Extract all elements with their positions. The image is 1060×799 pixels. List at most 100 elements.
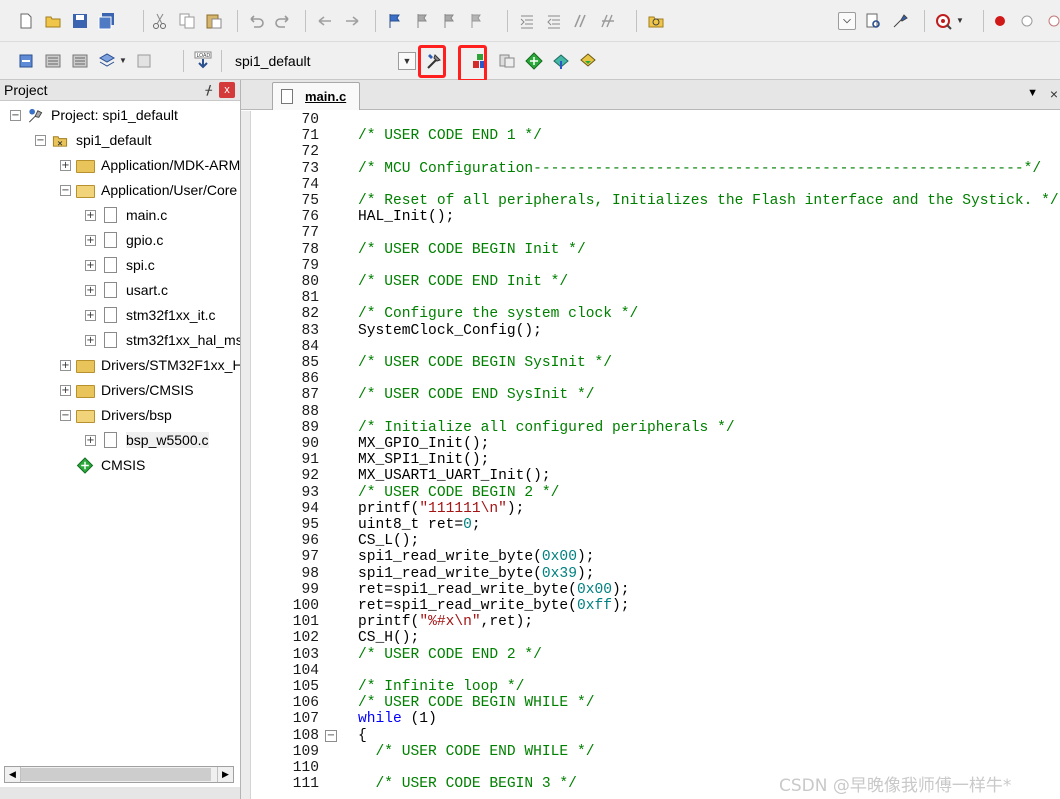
code-line[interactable]: 99 ret=spi1_read_write_byte(0x00);: [241, 582, 1060, 598]
fold-collapse-icon[interactable]: −: [325, 729, 337, 742]
expand-icon[interactable]: +: [85, 334, 96, 346]
code-line[interactable]: 98 spi1_read_write_byte(0x39);: [241, 566, 1060, 582]
next-bookmark-icon[interactable]: [439, 11, 459, 31]
debug-dropdown-arrow[interactable]: ▼: [956, 16, 964, 25]
scrollbar-thumb[interactable]: [21, 768, 211, 781]
undo-icon[interactable]: [246, 11, 266, 31]
code-line[interactable]: 92 MX_USART1_UART_Init();: [241, 468, 1060, 484]
code-line[interactable]: 90 MX_GPIO_Init();: [241, 436, 1060, 452]
code-line[interactable]: 97 spi1_read_write_byte(0x00);: [241, 549, 1060, 565]
comment-icon[interactable]: [571, 11, 591, 31]
tree-node[interactable]: CMSIS: [60, 454, 145, 476]
tree-node[interactable]: + usart.c: [85, 279, 168, 301]
code-line[interactable]: 101 printf("%#x\n",ret);: [241, 614, 1060, 630]
tab-list-dropdown-icon[interactable]: ▼: [1027, 87, 1038, 99]
build-icon[interactable]: [43, 51, 63, 71]
code-line[interactable]: 82 /* Configure the system clock */: [241, 306, 1060, 322]
rebuild-icon[interactable]: [70, 51, 90, 71]
code-line[interactable]: 104: [241, 663, 1060, 679]
redo-icon[interactable]: [273, 11, 293, 31]
find-in-files-icon[interactable]: [646, 11, 666, 31]
cut-icon[interactable]: [150, 11, 170, 31]
tree-node[interactable]: + main.c: [85, 204, 167, 226]
code-line[interactable]: 72: [241, 144, 1060, 160]
expand-icon[interactable]: +: [85, 234, 96, 246]
save-icon[interactable]: [70, 11, 90, 31]
tree-node[interactable]: + Drivers/CMSIS: [60, 379, 194, 401]
previous-bookmark-icon[interactable]: [412, 11, 432, 31]
unindent-icon[interactable]: [544, 11, 564, 31]
manage-components-icon[interactable]: [524, 51, 544, 71]
uncomment-icon[interactable]: [598, 11, 618, 31]
expand-icon[interactable]: +: [85, 209, 96, 221]
tab-main-c[interactable]: main.c: [272, 82, 360, 110]
tree-node[interactable]: − Drivers/bsp: [60, 404, 172, 426]
code-line[interactable]: 83 SystemClock_Config();: [241, 323, 1060, 339]
configure-icon[interactable]: [890, 11, 910, 31]
code-line[interactable]: 85 /* USER CODE BEGIN SysInit */: [241, 355, 1060, 371]
code-line[interactable]: 80 /* USER CODE END Init */: [241, 274, 1060, 290]
breakpoint-icon[interactable]: [990, 11, 1010, 31]
code-line[interactable]: 73 /* MCU Configuration------------------…: [241, 161, 1060, 177]
expand-icon[interactable]: +: [85, 434, 96, 446]
code-line[interactable]: 78 /* USER CODE BEGIN Init */: [241, 242, 1060, 258]
tree-node[interactable]: + gpio.c: [85, 229, 163, 251]
copy-icon[interactable]: [177, 11, 197, 31]
collapse-icon[interactable]: −: [60, 409, 71, 421]
collapse-icon[interactable]: −: [35, 134, 46, 146]
pack-installer-icon[interactable]: [551, 51, 571, 71]
code-line[interactable]: 96 CS_L();: [241, 533, 1060, 549]
navigate-back-icon[interactable]: [315, 11, 335, 31]
tree-node[interactable]: + stm32f1xx_it.c: [85, 304, 215, 326]
open-folder-icon[interactable]: [43, 11, 63, 31]
code-line[interactable]: 86: [241, 371, 1060, 387]
select-packs-icon[interactable]: [497, 51, 517, 71]
horizontal-scrollbar[interactable]: ◀ ▶: [4, 766, 234, 783]
code-line[interactable]: 74: [241, 177, 1060, 193]
insert-bookmark-icon[interactable]: [385, 11, 405, 31]
code-editor[interactable]: 70 71 /* USER CODE END 1 */ 72 73 /* MCU Conf…: [241, 111, 1060, 799]
collapse-icon[interactable]: −: [60, 184, 71, 196]
paste-icon[interactable]: [204, 11, 224, 31]
code-line[interactable]: 103 /* USER CODE END 2 */: [241, 647, 1060, 663]
new-file-icon[interactable]: [16, 11, 36, 31]
target-select[interactable]: spi1_default ▼: [226, 50, 416, 72]
code-line[interactable]: 79: [241, 258, 1060, 274]
batch-build-icon[interactable]: [97, 51, 117, 71]
code-line[interactable]: 100 ret=spi1_read_write_byte(0xff);: [241, 598, 1060, 614]
expand-icon[interactable]: +: [85, 259, 96, 271]
collapse-icon[interactable]: −: [10, 109, 21, 121]
scroll-right-icon[interactable]: ▶: [217, 767, 233, 782]
pin-icon[interactable]: ᚋ: [206, 82, 212, 98]
code-line[interactable]: 76 HAL_Init();: [241, 209, 1060, 225]
chevron-down-icon[interactable]: ▼: [398, 52, 416, 70]
tab-close-icon[interactable]: ×: [1050, 86, 1058, 102]
close-icon[interactable]: x: [219, 82, 235, 98]
tree-node[interactable]: − Project: spi1_default: [10, 104, 178, 126]
expand-icon[interactable]: +: [60, 359, 71, 371]
code-line[interactable]: 77: [241, 225, 1060, 241]
scroll-left-icon[interactable]: ◀: [5, 767, 21, 782]
disable-breakpoint-icon[interactable]: [1017, 11, 1037, 31]
code-line[interactable]: 75 /* Reset of all peripherals, Initializ…: [241, 193, 1060, 209]
expand-icon[interactable]: +: [85, 309, 96, 321]
code-line[interactable]: 84: [241, 339, 1060, 355]
save-all-icon[interactable]: [97, 11, 117, 31]
code-line[interactable]: 106 /* USER CODE BEGIN WHILE */: [241, 695, 1060, 711]
find-dropdown-icon[interactable]: [838, 11, 856, 30]
expand-icon[interactable]: +: [60, 159, 71, 171]
code-line[interactable]: 93 /* USER CODE BEGIN 2 */: [241, 485, 1060, 501]
incremental-find-icon[interactable]: [863, 11, 883, 31]
translate-icon[interactable]: [16, 51, 36, 71]
stop-build-icon[interactable]: [134, 51, 154, 71]
code-line[interactable]: 94 printf("111111\n");: [241, 501, 1060, 517]
tree-node[interactable]: + Drivers/STM32F1xx_HAL_Driver: [60, 354, 240, 376]
tree-node[interactable]: + Application/MDK-ARM: [60, 154, 240, 176]
code-line[interactable]: 107 while (1): [241, 711, 1060, 727]
code-line[interactable]: 81: [241, 290, 1060, 306]
tree-node[interactable]: + bsp_w5500.c: [85, 429, 209, 451]
expand-icon[interactable]: +: [60, 384, 71, 396]
batch-build-dropdown-arrow[interactable]: ▼: [119, 56, 127, 65]
code-line[interactable]: 89 /* Initialize all configured periphera…: [241, 420, 1060, 436]
code-line[interactable]: 71 /* USER CODE END 1 */: [241, 128, 1060, 144]
